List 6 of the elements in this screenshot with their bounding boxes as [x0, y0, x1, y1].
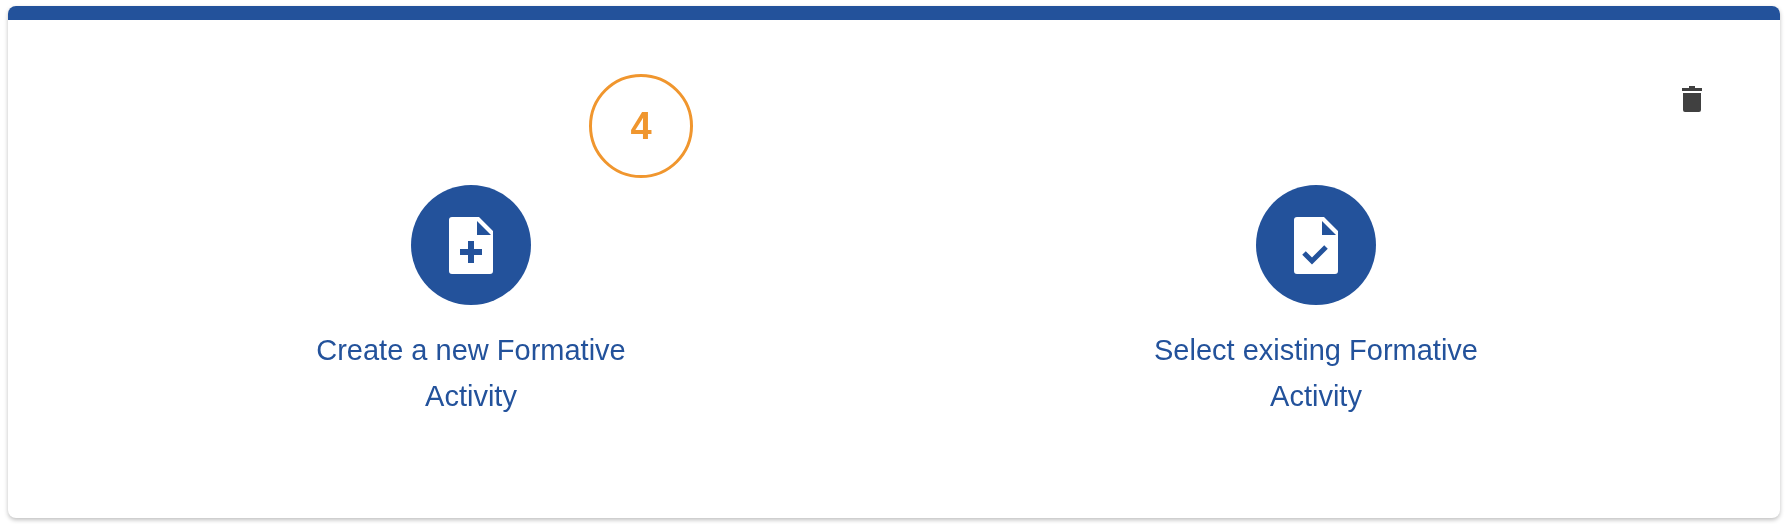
option-link[interactable]: Create a new Formative Activity	[281, 327, 661, 419]
option-link[interactable]: Select existing Formative Activity	[1126, 327, 1506, 419]
step-badge: 4	[589, 74, 693, 178]
new-file-icon[interactable]	[411, 185, 531, 305]
file-check-icon[interactable]	[1256, 185, 1376, 305]
trash-icon[interactable]	[1682, 86, 1702, 112]
